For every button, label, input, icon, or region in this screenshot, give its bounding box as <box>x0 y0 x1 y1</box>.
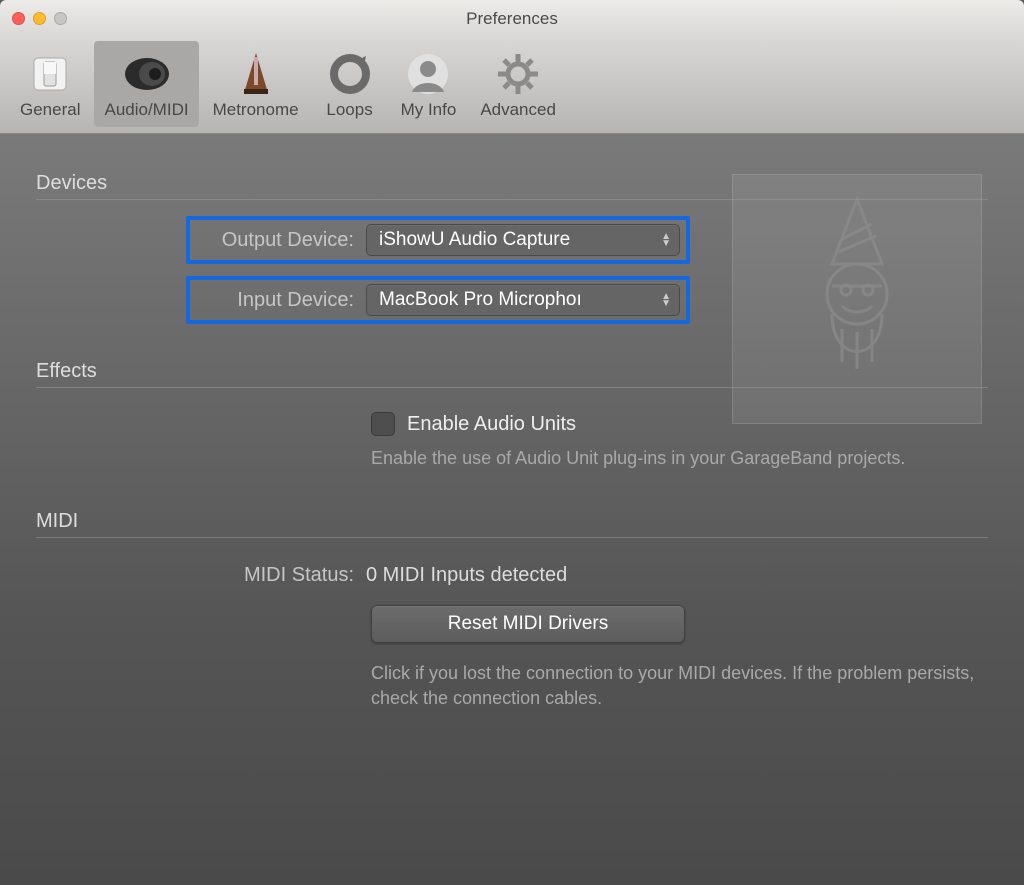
tab-advanced-label: Advanced <box>480 100 556 120</box>
tab-general-label: General <box>20 100 80 120</box>
midi-help: Click if you lost the connection to your… <box>371 661 991 710</box>
tab-metronome[interactable]: Metronome <box>203 41 309 127</box>
tab-loops[interactable]: Loops <box>313 41 387 127</box>
window-title: Preferences <box>0 9 1024 29</box>
output-device-label: Output Device: <box>196 229 366 252</box>
chevron-updown-icon: ▲▼ <box>661 233 671 247</box>
metronome-icon <box>236 50 276 98</box>
switch-icon <box>30 50 70 98</box>
toolbar: General Audio/MIDI Metronome <box>0 37 1024 134</box>
traffic-lights <box>12 12 67 25</box>
output-device-highlight: Output Device: iShowU Audio Capture ▲▼ <box>186 216 690 264</box>
enable-audio-units-help: Enable the use of Audio Unit plug-ins in… <box>371 446 931 470</box>
tab-audio-midi[interactable]: Audio/MIDI <box>94 41 198 127</box>
reset-midi-drivers-label: Reset MIDI Drivers <box>448 613 608 635</box>
input-device-highlight: Input Device: MacBook Pro Microphoı ▲▼ <box>186 276 690 324</box>
reset-midi-drivers-button[interactable]: Reset MIDI Drivers <box>371 605 685 643</box>
output-device-select[interactable]: iShowU Audio Capture ▲▼ <box>366 224 680 256</box>
input-device-label: Input Device: <box>196 289 366 312</box>
section-title-midi: MIDI <box>36 510 988 533</box>
gear-icon <box>496 50 540 98</box>
tab-my-info-label: My Info <box>401 100 457 120</box>
midi-status-label: MIDI Status: <box>36 564 366 587</box>
enable-audio-units-label: Enable Audio Units <box>407 413 576 436</box>
close-window-button[interactable] <box>12 12 25 25</box>
speaker-icon <box>120 50 174 98</box>
chevron-updown-icon: ▲▼ <box>661 293 671 307</box>
midi-status-value: 0 MIDI Inputs detected <box>366 564 567 587</box>
titlebar: Preferences <box>0 0 1024 37</box>
tab-advanced[interactable]: Advanced <box>470 41 566 127</box>
tab-metronome-label: Metronome <box>213 100 299 120</box>
loops-icon <box>328 50 372 98</box>
enable-audio-units-checkbox[interactable] <box>371 412 395 436</box>
tab-loops-label: Loops <box>326 100 372 120</box>
output-device-value: iShowU Audio Capture <box>379 229 570 251</box>
minimize-window-button[interactable] <box>33 12 46 25</box>
tab-general[interactable]: General <box>10 41 90 127</box>
input-device-value: MacBook Pro Microphoı <box>379 289 582 311</box>
maximize-window-button[interactable] <box>54 12 67 25</box>
tab-my-info[interactable]: My Info <box>391 41 467 127</box>
content-pane: Devices Output Device: iShowU Audio Capt… <box>0 134 1024 885</box>
divider <box>36 537 988 538</box>
divider <box>36 199 988 200</box>
input-device-select[interactable]: MacBook Pro Microphoı ▲▼ <box>366 284 680 316</box>
tab-audio-midi-label: Audio/MIDI <box>104 100 188 120</box>
user-icon <box>406 50 450 98</box>
divider <box>36 387 988 388</box>
